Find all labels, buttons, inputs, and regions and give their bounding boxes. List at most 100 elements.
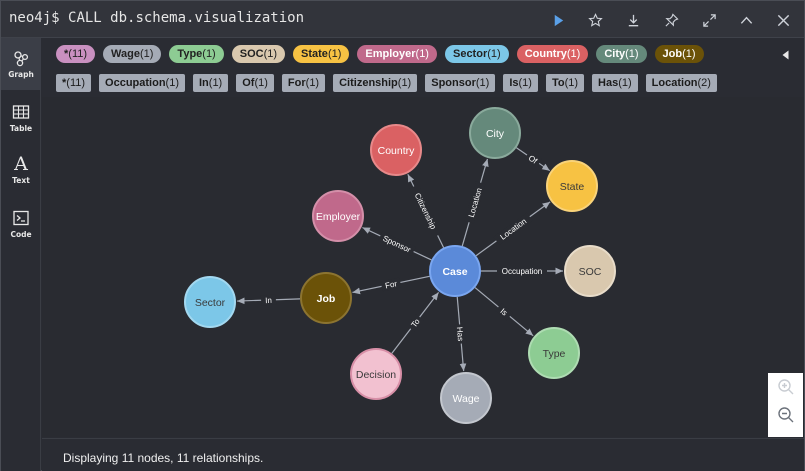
- sidebar-item-label: Code: [10, 230, 32, 239]
- graph-node-decision[interactable]: Decision: [350, 348, 402, 400]
- relationship-edge[interactable]: Occupation: [481, 266, 563, 276]
- graph-node-state[interactable]: State: [546, 160, 598, 212]
- edge-label: Occupation: [502, 267, 542, 276]
- table-icon: [12, 105, 30, 119]
- relationship-type-chip[interactable]: For (1): [281, 74, 326, 92]
- node-label-pill[interactable]: Sector (1): [444, 45, 509, 63]
- node-label-pill[interactable]: Job (1): [654, 45, 704, 63]
- graph-node-soc[interactable]: SOC: [564, 245, 616, 297]
- graph-svg[interactable]: Citizenship Location Location Of Sponsor Occu…: [42, 97, 804, 437]
- chip-count: (1): [518, 77, 532, 89]
- node-label-pill[interactable]: Type (1): [169, 45, 224, 63]
- collapse-button[interactable]: [736, 10, 756, 30]
- node-caption: SOC: [579, 266, 602, 278]
- fullscreen-icon: [702, 13, 716, 27]
- pill-count: (1): [625, 48, 639, 60]
- node-label-pill[interactable]: City (1): [596, 45, 647, 63]
- export-button[interactable]: [623, 10, 643, 30]
- sidebar-item-code[interactable]: Code: [1, 198, 41, 250]
- node-label-pill[interactable]: Employer (1): [357, 45, 437, 63]
- command-prompt: neo4j$: [9, 10, 60, 26]
- zoom-in-button[interactable]: [776, 377, 796, 397]
- zoom-out-button[interactable]: [776, 405, 796, 425]
- command-bar: neo4j$ CALL db.schema.visualization: [1, 1, 804, 38]
- node-label-pill[interactable]: State (1): [293, 45, 350, 63]
- chip-name: Of: [242, 77, 255, 89]
- graph-node-type[interactable]: Type: [528, 327, 580, 379]
- sidebar-item-text[interactable]: A Text: [1, 144, 41, 196]
- graph-node-country[interactable]: Country: [370, 124, 422, 176]
- favorite-button[interactable]: [585, 10, 605, 30]
- pill-count: (1): [487, 48, 501, 60]
- pill-name: Wage: [111, 48, 140, 60]
- chip-name: To: [551, 77, 565, 89]
- relationship-edge[interactable]: Of: [516, 147, 551, 172]
- relationship-edge[interactable]: Location: [461, 158, 489, 247]
- node-label-pill[interactable]: Country (1): [516, 45, 589, 63]
- relationship-edge[interactable]: For: [352, 275, 430, 295]
- node-caption: Country: [378, 145, 416, 157]
- pin-button[interactable]: [661, 10, 681, 30]
- download-icon: [628, 14, 638, 26]
- relationship-type-chip[interactable]: Is (1): [503, 74, 538, 92]
- relationship-type-chip[interactable]: Citizenship (1): [333, 74, 418, 92]
- edge-label: Location: [467, 187, 484, 219]
- zoom-in-icon: [778, 379, 794, 395]
- relationship-edge[interactable]: Has: [454, 296, 467, 372]
- run-icon: [554, 14, 563, 26]
- relationship-type-chip[interactable]: To (1): [545, 74, 585, 92]
- legend-collapse-button[interactable]: [779, 47, 793, 61]
- fullscreen-button[interactable]: [699, 10, 719, 30]
- status-bar: Displaying 11 nodes, 11 relationships.: [42, 438, 804, 471]
- pill-count: (1): [682, 48, 696, 60]
- relationship-type-chip[interactable]: Has (1): [592, 74, 638, 92]
- run-button[interactable]: [548, 10, 568, 30]
- node-label-pill[interactable]: * (11): [56, 45, 96, 63]
- relationship-edge[interactable]: Sponsor: [362, 226, 432, 261]
- chip-name: In: [199, 77, 209, 89]
- relationship-types-row: * (11) Occupation (1) In (1) Of (1) For (1) Citize…: [56, 74, 717, 94]
- node-caption: City: [486, 128, 505, 140]
- pill-count: (1): [202, 48, 216, 60]
- relationship-type-chip[interactable]: In (1): [193, 74, 229, 92]
- node-caption: Case: [442, 266, 467, 278]
- command-line[interactable]: neo4j$ CALL db.schema.visualization: [9, 10, 304, 26]
- graph-canvas[interactable]: Citizenship Location Location Of Sponsor Occu…: [42, 97, 804, 437]
- chip-count: (1): [618, 77, 632, 89]
- relationship-type-chip[interactable]: Sponsor (1): [425, 74, 496, 92]
- relationship-edge[interactable]: To: [391, 292, 440, 354]
- pill-name: Job: [662, 48, 683, 60]
- sidebar-item-table[interactable]: Table: [1, 92, 41, 144]
- chip-count: (1): [208, 77, 223, 89]
- graph-node-wage[interactable]: Wage: [440, 372, 492, 424]
- chip-name: For: [287, 77, 306, 89]
- sidebar-item-label: Text: [12, 176, 30, 185]
- pill-count: (1): [263, 48, 278, 60]
- close-icon: [777, 14, 789, 26]
- pill-name: SOC: [239, 48, 264, 60]
- graph-node-city[interactable]: City: [469, 107, 521, 159]
- relationship-type-chip[interactable]: Location (2): [645, 74, 717, 92]
- relationship-edge[interactable]: In: [236, 294, 301, 306]
- graph-node-case[interactable]: Case: [429, 245, 481, 297]
- star-icon: [587, 12, 603, 27]
- chip-count: (1): [165, 77, 179, 89]
- chip-name: Location: [651, 77, 698, 89]
- close-button[interactable]: [773, 10, 793, 30]
- relationship-type-chip[interactable]: * (11): [56, 74, 92, 92]
- graph-node-employer[interactable]: Employer: [312, 190, 364, 242]
- chip-count: (11): [66, 77, 86, 89]
- chip-name: Has: [598, 77, 619, 89]
- relationship-type-chip[interactable]: Occupation (1): [99, 74, 185, 92]
- node-label-pill[interactable]: Wage (1): [103, 45, 162, 63]
- relationship-edge[interactable]: Location: [475, 201, 551, 257]
- node-caption: Decision: [356, 369, 396, 381]
- sidebar-item-graph[interactable]: Graph: [1, 38, 41, 90]
- relationship-edge[interactable]: Is: [474, 287, 534, 337]
- node-label-pill[interactable]: SOC (1): [231, 45, 286, 63]
- caret-left-icon: [782, 50, 789, 60]
- graph-node-sector[interactable]: Sector: [184, 276, 236, 328]
- graph-node-job[interactable]: Job: [300, 272, 352, 324]
- relationship-edge[interactable]: Citizenship: [407, 174, 445, 248]
- relationship-type-chip[interactable]: Of (1): [236, 74, 274, 92]
